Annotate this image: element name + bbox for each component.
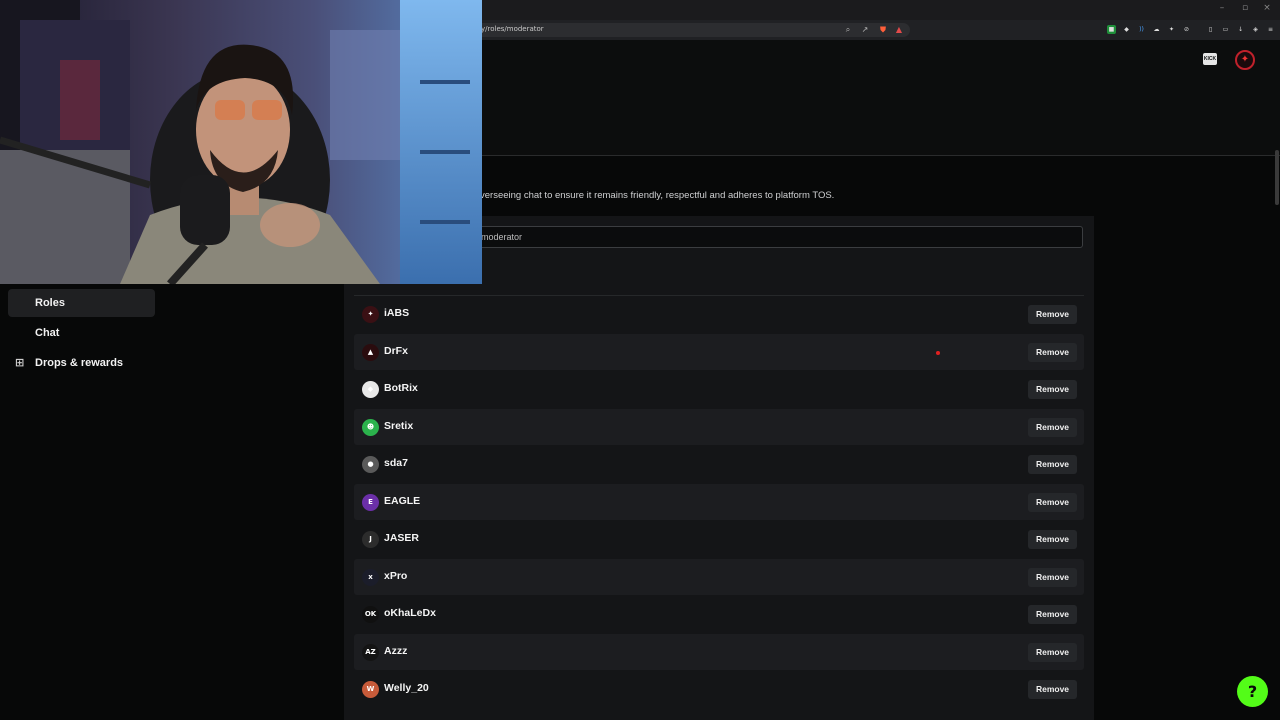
moderator-username[interactable]: DrFx — [384, 345, 408, 357]
sidebar-item-chat[interactable]: Chat — [8, 319, 155, 347]
user-avatar[interactable]: E — [362, 493, 379, 511]
moderator-row: E EAGLE Remove — [354, 483, 1084, 520]
moderator-username[interactable]: Welly_20 — [384, 682, 429, 694]
user-avatar[interactable]: ● — [362, 456, 379, 473]
extension-icon[interactable]: ■ — [1107, 25, 1116, 34]
moderator-row: AZ Azzz Remove — [354, 633, 1084, 670]
role-description: verseeing chat to ensure it remains frie… — [480, 190, 835, 201]
moderator-row: ✦ iABS Remove — [354, 296, 1084, 332]
profile-avatar-icon[interactable]: ✦ — [1235, 50, 1255, 70]
moderator-username[interactable]: JASER — [384, 532, 419, 544]
user-avatar[interactable]: ✦ — [362, 306, 379, 323]
user-avatar[interactable]: x — [362, 568, 379, 586]
moderator-username[interactable]: oKhaLeDx — [384, 607, 436, 619]
kick-badge[interactable]: KICK — [1203, 53, 1217, 65]
moderator-row: W Welly_20 Remove — [354, 671, 1084, 707]
url-text[interactable]: y/roles/moderator — [481, 25, 544, 33]
remove-button[interactable]: Remove — [1028, 305, 1077, 324]
menu-icon[interactable]: ≡ — [1266, 25, 1275, 34]
sidebar-item-drops-rewards[interactable]: ⊞ Drops & rewards — [8, 349, 155, 377]
remove-button[interactable]: Remove — [1028, 492, 1077, 512]
moderator-username[interactable]: iABS — [384, 307, 409, 319]
rewards-icon[interactable]: ▲ — [894, 24, 904, 35]
moderator-username[interactable]: sda7 — [384, 457, 408, 469]
moderator-row: ◆ BotRix Remove — [354, 371, 1084, 407]
moderator-row: x xPro Remove — [354, 558, 1084, 595]
remove-button[interactable]: Remove — [1028, 530, 1077, 549]
user-avatar[interactable]: ▲ — [362, 343, 379, 361]
extension-cloud-icon[interactable]: ☁ — [1152, 25, 1161, 34]
moderator-row: ☻ Sretix Remove — [354, 408, 1084, 445]
user-avatar[interactable]: ◆ — [362, 381, 379, 398]
share-icon[interactable]: ↗ — [860, 24, 870, 35]
vpn-icon[interactable]: ◈ — [1251, 25, 1260, 34]
support-chat-button[interactable]: ? — [1237, 676, 1268, 707]
remove-button[interactable]: Remove — [1028, 342, 1077, 362]
extension-diamond-icon[interactable]: ◆ — [1122, 25, 1131, 34]
remove-button[interactable]: Remove — [1028, 455, 1077, 474]
sidebar-toggle-icon[interactable]: ▯ — [1206, 25, 1215, 34]
restore-icon[interactable]: ▫ — [1238, 3, 1252, 13]
remove-button[interactable]: Remove — [1028, 642, 1077, 662]
cursor-dot — [936, 351, 940, 355]
user-avatar[interactable]: W — [362, 681, 379, 698]
moderator-row: ▲ DrFx Remove — [354, 333, 1084, 370]
moderator-username[interactable]: EAGLE — [384, 495, 420, 507]
wallet-icon[interactable]: ▭ — [1221, 25, 1230, 34]
moderator-row: OK oKhaLeDx Remove — [354, 596, 1084, 632]
remove-button[interactable]: Remove — [1028, 380, 1077, 399]
moderator-row: J JASER Remove — [354, 521, 1084, 557]
moderator-username[interactable]: BotRix — [384, 382, 418, 394]
shield-icon[interactable]: ⛊ — [878, 24, 888, 35]
gift-icon: ⊞ — [15, 356, 25, 369]
extension-wave-icon[interactable]: )) — [1137, 25, 1146, 34]
sidebar-item-label: Chat — [35, 327, 60, 339]
webcam-overlay — [0, 0, 482, 284]
minimize-icon[interactable]: – — [1215, 3, 1229, 13]
zoom-icon[interactable]: ⌕ — [843, 24, 853, 35]
moderator-username[interactable]: xPro — [384, 570, 407, 582]
user-avatar[interactable]: AZ — [362, 643, 379, 661]
sidebar-item-roles[interactable]: Roles — [8, 289, 155, 317]
sidebar-item-label: Roles — [35, 297, 65, 309]
close-window-icon[interactable]: × — [1260, 3, 1274, 13]
remove-button[interactable]: Remove — [1028, 417, 1077, 437]
user-avatar[interactable]: J — [362, 531, 379, 548]
remove-button[interactable]: Remove — [1028, 680, 1077, 699]
moderator-row: ● sda7 Remove — [354, 446, 1084, 482]
remove-button[interactable]: Remove — [1028, 605, 1077, 624]
sidebar-item-label: Drops & rewards — [35, 357, 124, 369]
user-avatar[interactable]: ☻ — [362, 418, 379, 436]
page-scrollbar[interactable] — [1275, 150, 1279, 205]
remove-button[interactable]: Remove — [1028, 567, 1077, 587]
extension-puzzle-icon[interactable]: ✦ — [1167, 25, 1176, 34]
moderator-username[interactable]: Azzz — [384, 645, 407, 657]
download-icon[interactable]: ↓ — [1236, 25, 1245, 34]
user-avatar[interactable]: OK — [362, 606, 379, 623]
extension-link-icon[interactable]: ⊘ — [1182, 25, 1191, 34]
moderator-username[interactable]: Sretix — [384, 420, 413, 432]
role-name-input[interactable]: moderator — [472, 226, 1083, 248]
